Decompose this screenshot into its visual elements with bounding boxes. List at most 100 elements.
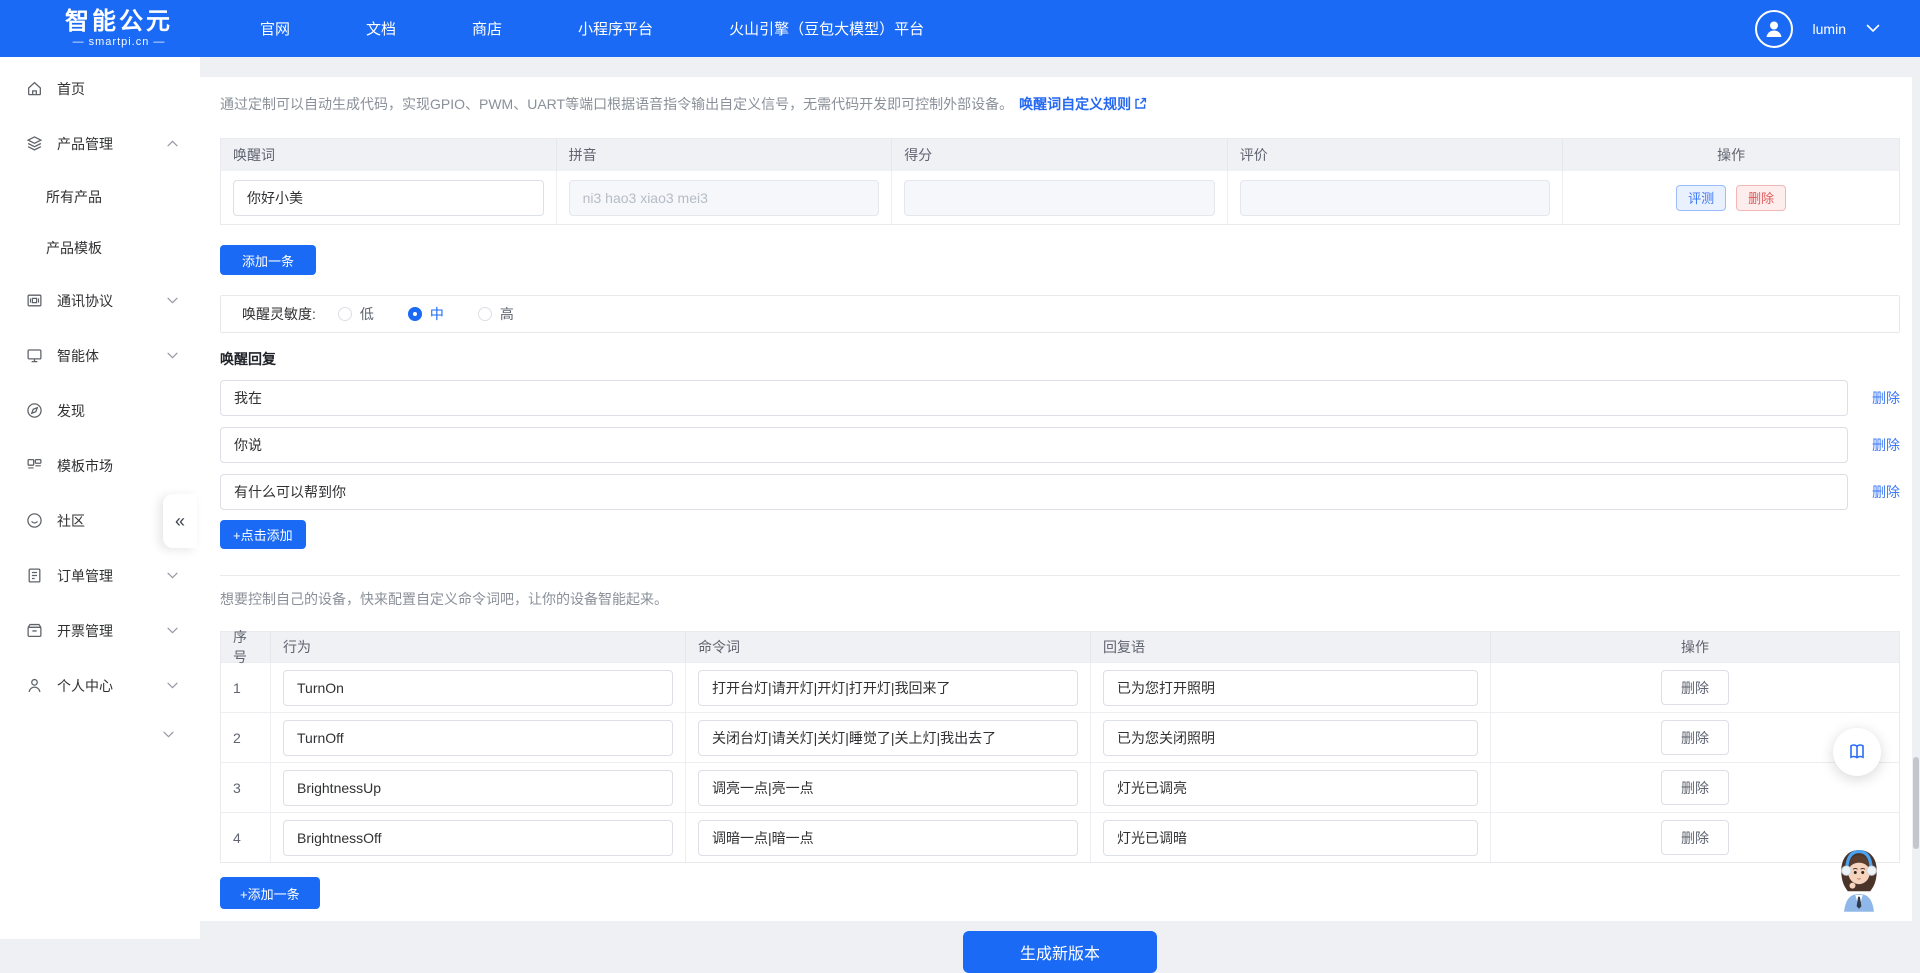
column-header: 拼音 [557,139,893,171]
pinyin-input[interactable] [569,180,880,216]
commands-input[interactable] [698,720,1078,756]
reply-input[interactable] [1103,820,1478,856]
wake-word-input[interactable] [233,180,544,216]
test-button[interactable]: 评测 [1676,185,1726,211]
wake-reply-input[interactable] [220,474,1848,510]
monitor-icon [26,347,44,365]
row-index: 3 [221,763,271,812]
sidebar-item-template-market[interactable]: 模板市场 [0,438,200,493]
sidebar-menu: 首页 产品管理 所有产品 产品模板 通讯协议 智能 [0,57,200,755]
rating-input[interactable] [1240,180,1551,216]
add-reply-button[interactable]: +点击添加 [220,520,306,549]
generate-version-button[interactable]: 生成新版本 [963,931,1157,973]
radio-circle-checked-icon [408,307,422,321]
chevron-down-icon [167,682,178,689]
wake-reply-row: 删除 [220,474,1900,510]
link-text: 唤醒词自定义规则 [1019,96,1131,112]
username[interactable]: lumin [1813,21,1846,37]
collapse-chevrons-icon: « [175,511,185,532]
external-link-icon [1134,97,1147,110]
nav-item-store[interactable]: 商店 [472,18,502,39]
command-row: 1 删除 [221,662,1899,712]
bottom-bar: 生成新版本 [200,921,1920,973]
sidebar-item-personal-center[interactable]: 个人中心 [0,658,200,713]
wake-word-row: 评测 删除 [221,171,1899,224]
user-chevron-down-icon[interactable] [1866,24,1880,33]
radio-sensitivity-low[interactable]: 低 [338,304,374,324]
radio-sensitivity-high[interactable]: 高 [478,304,514,324]
behavior-input[interactable] [283,820,673,856]
wake-word-rules-link[interactable]: 唤醒词自定义规则 [1019,96,1147,112]
sidebar-item-product-mgmt[interactable]: 产品管理 [0,116,200,171]
reply-input[interactable] [1103,720,1478,756]
nav-item-docs[interactable]: 文档 [366,18,396,39]
sidebar-subitem-product-templates[interactable]: 产品模板 [0,222,200,273]
reply-input[interactable] [1103,670,1478,706]
behavior-input[interactable] [283,720,673,756]
commands-input[interactable] [698,820,1078,856]
wake-reply-row: 删除 [220,380,1900,416]
nav-menu: 官网 文档 商店 小程序平台 火山引擎（豆包大模型）平台 [260,18,924,39]
wake-reply-row: 删除 [220,427,1900,463]
column-header: 操作 [1491,632,1899,662]
sidebar-item-label: 首页 [57,79,178,99]
logo[interactable]: 智能公元 — smartpi.cn — [44,10,194,48]
radio-label: 低 [360,304,374,324]
delete-command-button[interactable]: 删除 [1661,720,1729,755]
add-wake-word-button[interactable]: 添加一条 [220,245,316,275]
sidebar-item-label: 个人中心 [57,676,167,696]
chevron-down-icon [167,352,178,359]
sidebar-item-label: 开票管理 [57,621,167,641]
docs-float-button[interactable] [1833,728,1881,776]
score-input[interactable] [904,180,1215,216]
sidebar-subitem-all-products[interactable]: 所有产品 [0,171,200,222]
delete-command-button[interactable]: 删除 [1661,770,1729,805]
commands-input[interactable] [698,770,1078,806]
logo-subtitle: — smartpi.cn — [44,36,194,48]
main-area: 通过定制可以自动生成代码，实现GPIO、PWM、UART等端口根据语音指令输出自… [200,57,1920,973]
chevron-down-icon [167,572,178,579]
chevron-up-icon [167,140,178,147]
column-header: 评价 [1228,139,1564,171]
template-icon [26,457,44,475]
delete-reply-link[interactable]: 删除 [1848,435,1900,455]
sidebar-item-invoice-mgmt[interactable]: 开票管理 [0,603,200,658]
commands-input[interactable] [698,670,1078,706]
compass-icon [26,402,44,420]
sidebar-item-discover[interactable]: 发现 [0,383,200,438]
user-avatar-icon[interactable] [1755,10,1793,48]
column-header: 得分 [892,139,1228,171]
nav-item-official-site[interactable]: 官网 [260,18,290,39]
sidebar-item-order-mgmt[interactable]: 订单管理 [0,548,200,603]
delete-reply-link[interactable]: 删除 [1848,388,1900,408]
sensitivity-box: 唤醒灵敏度: 低 中 高 [220,295,1900,333]
radio-circle-icon [478,307,492,321]
sidebar-item-agent[interactable]: 智能体 [0,328,200,383]
delete-command-button[interactable]: 删除 [1661,670,1729,705]
wake-reply-input[interactable] [220,380,1848,416]
wake-reply-input[interactable] [220,427,1848,463]
assistant-avatar[interactable] [1831,846,1887,914]
reply-input[interactable] [1103,770,1478,806]
nav-item-miniprogram-platform[interactable]: 小程序平台 [578,18,653,39]
behavior-input[interactable] [283,670,673,706]
scrollbar-thumb[interactable] [1913,757,1919,849]
sidebar-collapse-button[interactable]: « [163,494,197,548]
radio-label: 高 [500,304,514,324]
delete-command-button[interactable]: 删除 [1661,820,1729,855]
delete-reply-link[interactable]: 删除 [1848,482,1900,502]
sidebar-item-home[interactable]: 首页 [0,61,200,116]
sidebar-item-protocol[interactable]: 通讯协议 [0,273,200,328]
radio-label: 中 [430,304,444,324]
chevron-down-icon [167,627,178,634]
add-command-button[interactable]: +添加一条 [220,877,320,909]
delete-wake-word-button[interactable]: 删除 [1736,185,1786,211]
sidebar-overflow-chevron[interactable] [0,713,200,755]
radio-sensitivity-medium[interactable]: 中 [408,304,444,324]
intro-paragraph: 通过定制可以自动生成代码，实现GPIO、PWM、UART等端口根据语音指令输出自… [220,95,1900,114]
behavior-input[interactable] [283,770,673,806]
row-index: 1 [221,663,271,712]
wake-word-table: 唤醒词 拼音 得分 评价 操作 评测 删除 [220,138,1900,225]
content-card: 通过定制可以自动生成代码，实现GPIO、PWM、UART等端口根据语音指令输出自… [200,77,1920,921]
nav-item-volcengine-platform[interactable]: 火山引擎（豆包大模型）平台 [729,18,924,39]
